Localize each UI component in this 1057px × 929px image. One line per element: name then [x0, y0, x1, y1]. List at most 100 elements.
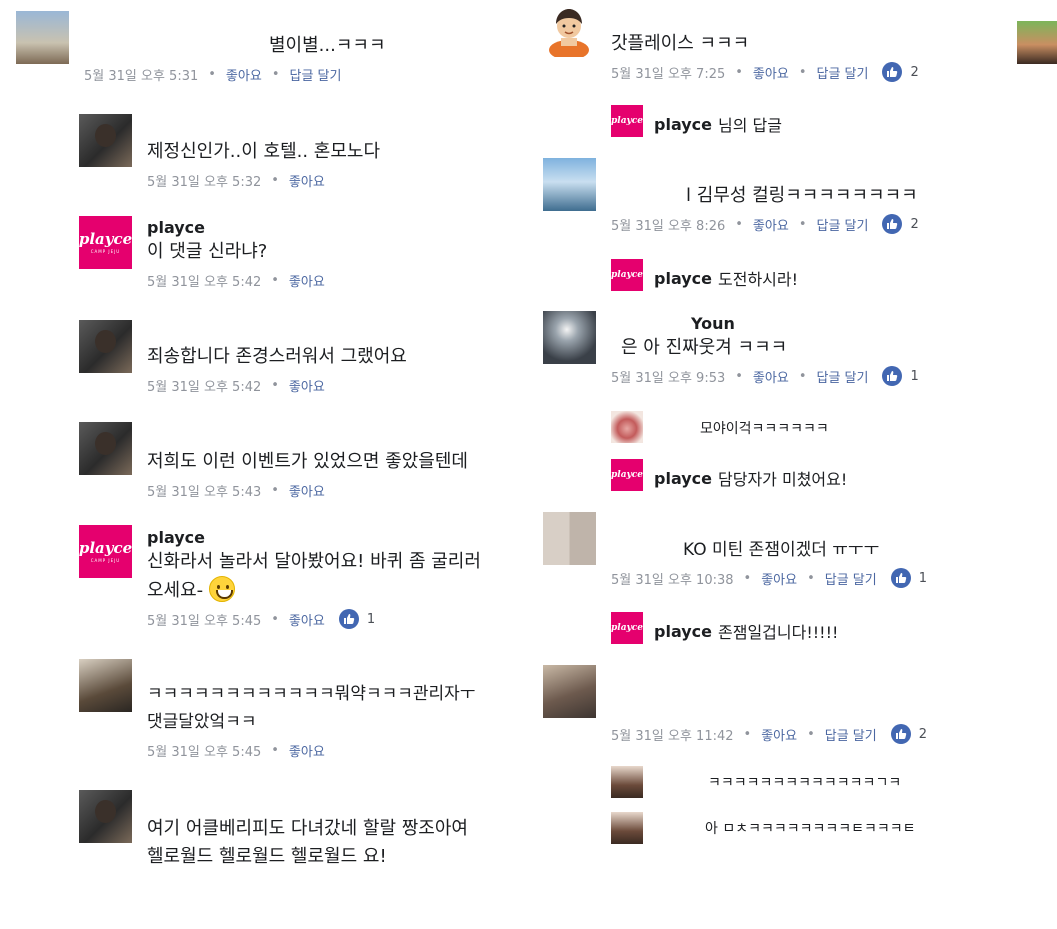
separator: •: [735, 216, 743, 232]
comment-text: 여기 어클베리피도 다녀갔네 할랄 짱조아여: [147, 818, 468, 839]
avatar[interactable]: [79, 790, 132, 843]
reply-button[interactable]: 답글 달기: [825, 725, 877, 744]
thumbs-up-icon: [882, 366, 903, 386]
cartoon-person-icon: [549, 9, 589, 57]
like-count: 2: [918, 726, 928, 742]
like-button[interactable]: 좋아요: [753, 63, 789, 82]
avatar[interactable]: playce CAMP JEJU: [79, 216, 132, 269]
comment: Youn 은 아 진짜웃겨 ㅋㅋㅋ 5월 31일 오후 9:53 • 좋아요 • 답…: [611, 314, 919, 386]
timestamp[interactable]: 5월 31일 오후 5:45: [147, 741, 261, 760]
like-button[interactable]: 좋아요: [761, 725, 797, 744]
avatar[interactable]: playce: [611, 105, 643, 137]
separator: •: [735, 368, 743, 384]
timestamp[interactable]: 5월 31일 오후 5:32: [147, 171, 261, 190]
like-count-badge[interactable]: 1: [338, 609, 376, 629]
comment-text: 신화라서 놀라서 달아봤어요! 바퀴 좀 굴리러: [147, 551, 481, 572]
avatar[interactable]: [543, 512, 596, 565]
avatar[interactable]: [79, 114, 132, 167]
comment: 별이별...ㅋㅋㅋ 5월 31일 오후 5:31 • 좋아요 • 답글 달기: [84, 32, 386, 84]
comment-text: 이 댓글 신라냐?: [147, 241, 268, 262]
avatar[interactable]: [16, 11, 69, 64]
like-count-badge[interactable]: 1: [890, 568, 927, 588]
comment-meta: 5월 31일 오후 5:45 • 좋아요: [147, 740, 475, 760]
avatar[interactable]: [1017, 21, 1057, 64]
comment-author[interactable]: Youn: [611, 314, 919, 334]
avatar[interactable]: [611, 766, 643, 798]
timestamp[interactable]: 5월 31일 오후 5:45: [147, 610, 261, 629]
like-button[interactable]: 좋아요: [289, 171, 325, 190]
like-button[interactable]: 좋아요: [226, 65, 262, 84]
like-button[interactable]: 좋아요: [289, 741, 325, 760]
comment-text: 은 아 진짜웃겨 ㅋㅋㅋ: [621, 337, 788, 358]
comment-text: l 김무성 컬링ㅋㅋㅋㅋㅋㅋㅋㅋ: [686, 185, 918, 206]
avatar[interactable]: [611, 812, 643, 844]
reply-button[interactable]: 답글 달기: [816, 367, 868, 386]
like-button[interactable]: 좋아요: [289, 481, 325, 500]
avatar[interactable]: playce: [611, 459, 643, 491]
avatar[interactable]: playce: [611, 259, 643, 291]
avatar[interactable]: [543, 665, 596, 718]
like-count: 1: [366, 611, 376, 627]
avatar[interactable]: [543, 311, 596, 364]
timestamp[interactable]: 5월 31일 오후 8:26: [611, 215, 725, 234]
comment-text: 별이별...ㅋㅋㅋ: [269, 35, 386, 56]
comment-meta: 5월 31일 오후 11:42 • 좋아요 • 답글 달기 2: [611, 724, 927, 744]
timestamp[interactable]: 5월 31일 오후 10:38: [611, 569, 734, 588]
comment-author[interactable]: playce: [654, 622, 712, 641]
comment-author[interactable]: playce: [147, 528, 481, 548]
comment-author[interactable]: playce: [147, 218, 325, 238]
brand-logo-sub: CAMP JEJU: [90, 557, 121, 563]
avatar[interactable]: [611, 411, 643, 443]
comment-meta: 5월 31일 오후 9:53 • 좋아요 • 답글 달기 1: [611, 366, 919, 386]
comment-author[interactable]: playce: [654, 115, 712, 134]
avatar[interactable]: [543, 4, 596, 57]
comment-text-line2: 오세요-: [147, 576, 481, 605]
like-button[interactable]: 좋아요: [753, 215, 789, 234]
brand-logo: playce: [611, 115, 643, 126]
timestamp[interactable]: 5월 31일 오후 5:42: [147, 376, 261, 395]
timestamp[interactable]: 5월 31일 오후 5:43: [147, 481, 261, 500]
avatar[interactable]: [79, 659, 132, 712]
comment-text: 담당자가 미쳤어요!: [718, 470, 848, 489]
like-button[interactable]: 좋아요: [289, 610, 325, 629]
reply-button[interactable]: 답글 달기: [825, 569, 877, 588]
like-count-badge[interactable]: 2: [882, 214, 919, 234]
like-button[interactable]: 좋아요: [289, 376, 325, 395]
thumbs-up-icon: [882, 214, 903, 234]
reply-button[interactable]: 답글 달기: [289, 65, 341, 84]
reply-button[interactable]: 답글 달기: [816, 63, 868, 82]
thumbs-up-icon: [338, 609, 359, 629]
comment-author[interactable]: playce: [654, 469, 712, 488]
comment: 제정신인가..이 호텔.. 혼모노다 5월 31일 오후 5:32 • 좋아요: [147, 138, 380, 190]
timestamp[interactable]: 5월 31일 오후 7:25: [611, 63, 725, 82]
timestamp[interactable]: 5월 31일 오후 11:42: [611, 725, 734, 744]
avatar[interactable]: [543, 158, 596, 211]
timestamp[interactable]: 5월 31일 오후 9:53: [611, 367, 725, 386]
like-count: 2: [910, 64, 919, 80]
comment-author[interactable]: playce: [654, 269, 712, 288]
thumbs-up-icon: [882, 62, 903, 82]
comment-meta: 5월 31일 오후 8:26 • 좋아요 • 답글 달기 2: [611, 214, 919, 234]
like-count-badge[interactable]: 2: [890, 724, 928, 744]
like-button[interactable]: 좋아요: [761, 569, 797, 588]
avatar[interactable]: playce CAMP JEJU: [79, 525, 132, 578]
like-count-badge[interactable]: 1: [882, 366, 919, 386]
like-button[interactable]: 좋아요: [753, 367, 789, 386]
reply: playce 님의 답글: [654, 112, 782, 136]
timestamp[interactable]: 5월 31일 오후 5:42: [147, 271, 261, 290]
separator: •: [271, 742, 279, 758]
comment: playce 신화라서 놀라서 달아봤어요! 바퀴 좀 굴리러 오세요- 5월 …: [147, 528, 481, 629]
avatar[interactable]: [79, 320, 132, 373]
separator: •: [271, 611, 279, 627]
reply-button[interactable]: 답글 달기: [816, 215, 868, 234]
like-count-badge[interactable]: 2: [882, 62, 919, 82]
comment-meta: 5월 31일 오후 5:42 • 좋아요: [147, 270, 325, 290]
like-button[interactable]: 좋아요: [289, 271, 325, 290]
reply: playce 도전하시라!: [654, 266, 798, 290]
timestamp[interactable]: 5월 31일 오후 5:31: [84, 65, 198, 84]
avatar[interactable]: playce: [611, 612, 643, 644]
comment: playce 이 댓글 신라냐? 5월 31일 오후 5:42 • 좋아요: [147, 218, 325, 290]
comment-text-line2: 댓글달았엌ㅋㅋ: [147, 712, 257, 732]
comment: 갓플레이스 ㅋㅋㅋ 5월 31일 오후 7:25 • 좋아요 • 답글 달기 2: [611, 30, 919, 82]
avatar[interactable]: [79, 422, 132, 475]
